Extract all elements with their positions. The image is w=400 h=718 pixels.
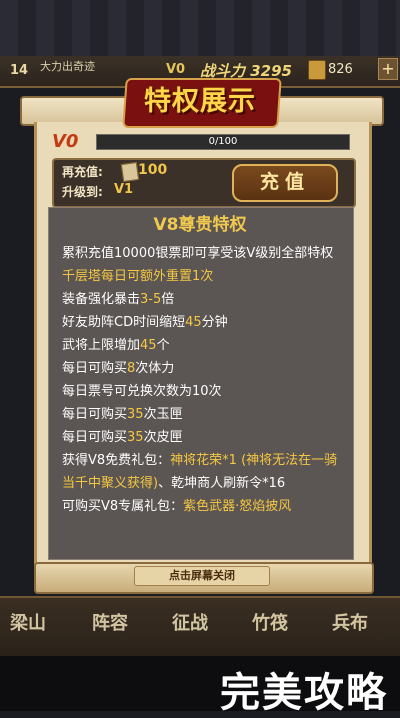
- privilege-text: 次玉匣: [143, 407, 183, 422]
- privilege-item: 千层塔每日可额外重置1次: [62, 265, 348, 288]
- vip-progress-bar: 0/100: [96, 134, 350, 150]
- silver-ticket-icon: [308, 60, 326, 80]
- privilege-text: 获得V8免费礼包：: [62, 453, 171, 468]
- privilege-item: 每日可购买8次体力: [62, 357, 348, 380]
- privilege-item: 获得V8免费礼包：神将花荣*1 (神将无法在一骑当千中聚义获得)、乾坤商人刷新令…: [62, 449, 348, 495]
- privilege-highlight: 35: [127, 430, 144, 445]
- currency-amount: 826: [328, 62, 353, 77]
- privilege-text: 装备强化暴击: [62, 292, 141, 307]
- nav-raft[interactable]: 竹筏: [246, 600, 294, 648]
- privilege-text: 累积充值10000银票即可享受该V级别全部特权: [62, 246, 334, 261]
- watermark: 完美攻略: [220, 670, 388, 716]
- background-top: [0, 0, 400, 60]
- privilege-text: 个: [156, 338, 170, 353]
- recharge-button[interactable]: 充值: [232, 164, 338, 202]
- recharge-label: 再充值:: [62, 165, 103, 179]
- recharge-amount: 100: [138, 162, 168, 178]
- privilege-item: 每日可购买35次玉匣: [62, 403, 348, 426]
- privilege-text: 武将上限增加: [62, 338, 141, 353]
- privilege-text: 次皮匣: [143, 430, 183, 445]
- vip-progress-text: 0/100: [208, 136, 238, 147]
- privilege-title: V8尊贵特权: [153, 215, 247, 235]
- privilege-text: 每日可购买: [62, 430, 128, 445]
- player-vip: V0: [166, 62, 186, 77]
- nav-battle[interactable]: 征战: [166, 600, 214, 648]
- privilege-item: 累积充值10000银票即可享受该V级别全部特权: [62, 242, 348, 265]
- nav-troops[interactable]: 兵布: [326, 600, 374, 648]
- privilege-item: 每日可购买35次皮匣: [62, 426, 348, 449]
- player-name: 大力出奇迹: [40, 60, 95, 73]
- privilege-highlight: 45: [140, 338, 157, 353]
- privilege-text: 每日票号可兑换次数为10次: [62, 384, 222, 399]
- privilege-highlight: 45: [185, 315, 202, 330]
- privilege-list: 累积充值10000银票即可享受该V级别全部特权 千层塔每日可额外重置1次 装备强化暴…: [62, 242, 348, 518]
- privilege-item: 每日票号可兑换次数为10次: [62, 380, 348, 403]
- dialog-title: 特权展示: [144, 86, 256, 117]
- privilege-text: 好友助阵CD时间缩短: [62, 315, 186, 330]
- privilege-text: 每日可购买: [62, 407, 128, 422]
- privilege-item: 装备强化暴击3-5倍: [62, 288, 348, 311]
- privilege-item: 武将上限增加45个: [62, 334, 348, 357]
- privilege-item: 可购买V8专属礼包：紫色武器·怒焰披风: [62, 495, 348, 518]
- privilege-highlight: 3-5: [140, 292, 162, 307]
- nav-formation[interactable]: 阵容: [86, 600, 134, 648]
- player-level: 14: [10, 63, 29, 78]
- privilege-text: 可购买V8专属礼包：: [62, 499, 184, 514]
- privilege-item: 好友助阵CD时间缩短45分钟: [62, 311, 348, 334]
- upgrade-label: 升级到:: [62, 185, 103, 199]
- add-currency-button[interactable]: +: [378, 58, 398, 80]
- privilege-text: 次体力: [135, 361, 175, 376]
- privilege-text: 每日可购买: [62, 361, 128, 376]
- privilege-highlight: 紫色武器·怒焰披风: [183, 499, 292, 514]
- privilege-text: 分钟: [201, 315, 228, 330]
- nav-liangshan[interactable]: 梁山: [4, 600, 52, 648]
- upgrade-target: V1: [114, 182, 134, 197]
- close-hint[interactable]: 点击屏幕关闭: [134, 566, 270, 586]
- current-vip-badge: V0: [52, 131, 79, 152]
- privilege-highlight: 35: [127, 407, 144, 422]
- privilege-text: 、乾坤商人刷新令*16: [158, 476, 286, 491]
- privilege-highlight: 千层塔每日可额外重置1次: [62, 269, 214, 284]
- privilege-text: 倍: [161, 292, 175, 307]
- ticket-icon: [120, 161, 140, 183]
